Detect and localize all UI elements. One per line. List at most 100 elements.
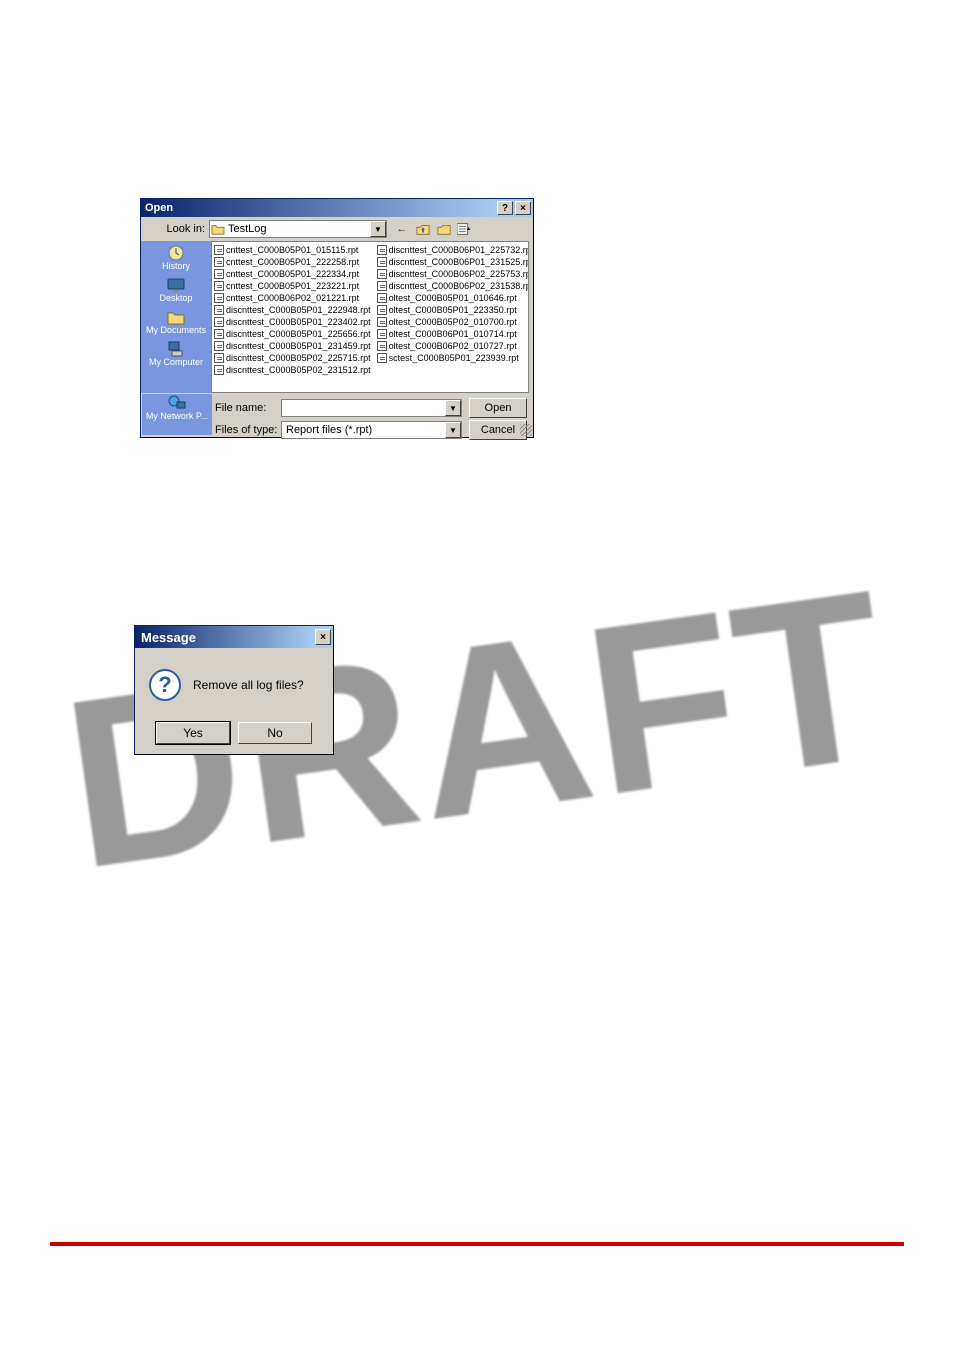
file-item[interactable]: oltest_C000B05P01_010646.rpt — [377, 292, 529, 304]
open-dialog-titlebar[interactable]: Open ? × — [141, 199, 533, 217]
file-item[interactable]: oltest_C000B06P01_010714.rpt — [377, 328, 529, 340]
report-file-icon — [377, 281, 387, 291]
places-mynetwork[interactable]: My Network P... — [142, 394, 212, 425]
file-item[interactable]: cnttest_C000B05P01_222258.rpt — [214, 256, 371, 268]
report-file-icon — [214, 353, 224, 363]
file-item[interactable]: cnttest_C000B05P01_015115.rpt — [214, 244, 371, 256]
message-close-button[interactable]: × — [315, 629, 331, 645]
report-file-icon — [214, 269, 224, 279]
report-file-icon — [377, 353, 387, 363]
places-mycomputer[interactable]: My Computer — [141, 339, 211, 371]
file-item[interactable]: cnttest_C000B05P01_223221.rpt — [214, 280, 371, 292]
mycomputer-icon — [165, 340, 187, 358]
report-file-icon — [214, 365, 224, 375]
desktop-icon — [165, 276, 187, 294]
file-item[interactable]: oltest_C000B05P02_010700.rpt — [377, 316, 529, 328]
report-file-icon — [377, 293, 387, 303]
message-dialog-title: Message — [141, 630, 196, 645]
footer-divider — [50, 1242, 904, 1246]
help-button[interactable]: ? — [497, 201, 513, 215]
report-file-icon — [214, 293, 224, 303]
yes-button[interactable]: Yes — [156, 722, 230, 744]
resize-grip[interactable] — [520, 424, 532, 436]
file-item[interactable]: discnttest_C000B05P01_231459.rpt — [214, 340, 371, 352]
file-item[interactable]: discnttest_C000B06P02_231538.rpt — [377, 280, 529, 292]
places-mycomputer-label: My Computer — [149, 358, 203, 368]
question-icon: ? — [149, 669, 181, 701]
filetype-value: Report files (*.rpt) — [286, 424, 461, 436]
file-name: cnttest_C000B05P01_222334.rpt — [226, 268, 359, 280]
filetype-dropdown[interactable]: ▼ — [445, 422, 461, 438]
lookin-value: TestLog — [226, 223, 370, 235]
places-mydocuments[interactable]: My Documents — [141, 307, 211, 339]
mydocuments-icon — [165, 308, 187, 326]
message-text: Remove all log files? — [193, 678, 304, 692]
file-name: sctest_C000B05P01_223939.rpt — [389, 352, 519, 364]
report-file-icon — [214, 329, 224, 339]
file-item[interactable]: discnttest_C000B05P01_222948.rpt — [214, 304, 371, 316]
file-name: cnttest_C000B05P01_015115.rpt — [226, 244, 358, 256]
report-file-icon — [214, 305, 224, 315]
places-history[interactable]: History — [141, 243, 211, 275]
file-item[interactable]: discnttest_C000B05P02_231512.rpt — [214, 364, 371, 376]
back-button[interactable]: ← — [393, 220, 411, 238]
file-list-pane[interactable]: cnttest_C000B05P01_015115.rptcnttest_C00… — [211, 241, 529, 393]
report-file-icon — [214, 245, 224, 255]
file-item[interactable]: cnttest_C000B06P02_021221.rpt — [214, 292, 371, 304]
report-file-icon — [377, 257, 387, 267]
open-button[interactable]: Open — [469, 398, 527, 418]
file-item[interactable]: sctest_C000B05P01_223939.rpt — [377, 352, 529, 364]
places-bar-ext: My Network P... — [142, 394, 212, 435]
file-item[interactable]: discnttest_C000B06P01_231525.rpt — [377, 256, 529, 268]
message-dialog-titlebar[interactable]: Message × — [135, 626, 333, 648]
cancel-button[interactable]: Cancel — [469, 420, 527, 440]
up-one-level-button[interactable] — [414, 220, 432, 238]
report-file-icon — [377, 305, 387, 315]
file-name: discnttest_C000B06P02_225753.rpt — [389, 268, 529, 280]
report-file-icon — [214, 341, 224, 351]
lookin-combo[interactable]: TestLog ▼ — [209, 220, 387, 238]
places-history-label: History — [162, 262, 190, 272]
file-name: discnttest_C000B05P01_231459.rpt — [226, 340, 371, 352]
file-item[interactable]: discnttest_C000B05P02_225715.rpt — [214, 352, 371, 364]
file-name: cnttest_C000B05P01_222258.rpt — [226, 256, 359, 268]
file-item[interactable]: discnttest_C000B06P02_225753.rpt — [377, 268, 529, 280]
folder-icon — [210, 222, 226, 236]
new-folder-button[interactable] — [435, 220, 453, 238]
report-file-icon — [377, 341, 387, 351]
file-name: oltest_C000B05P01_010646.rpt — [389, 292, 517, 304]
file-item[interactable]: discnttest_C000B05P01_225656.rpt — [214, 328, 371, 340]
open-file-dialog: Open ? × Look in: TestLog ▼ ← — [140, 198, 534, 438]
close-button[interactable]: × — [515, 201, 531, 215]
report-file-icon — [377, 269, 387, 279]
places-desktop[interactable]: Desktop — [141, 275, 211, 307]
lookin-dropdown-button[interactable]: ▼ — [370, 221, 386, 237]
file-name: oltest_C000B05P02_010700.rpt — [389, 316, 517, 328]
no-button[interactable]: No — [238, 722, 312, 744]
file-name: discnttest_C000B05P01_223402.rpt — [226, 316, 371, 328]
file-item[interactable]: cnttest_C000B05P01_222334.rpt — [214, 268, 371, 280]
lookin-label: Look in: — [141, 223, 209, 235]
file-name: discnttest_C000B05P01_222948.rpt — [226, 304, 371, 316]
file-item[interactable]: oltest_C000B06P02_010727.rpt — [377, 340, 529, 352]
report-file-icon — [214, 257, 224, 267]
file-name: discnttest_C000B06P02_231538.rpt — [389, 280, 529, 292]
views-button[interactable] — [456, 220, 474, 238]
file-item[interactable]: discnttest_C000B06P01_225732.rpt — [377, 244, 529, 256]
file-name: cnttest_C000B06P02_021221.rpt — [226, 292, 359, 304]
file-name: discnttest_C000B06P01_231525.rpt — [389, 256, 529, 268]
places-desktop-label: Desktop — [159, 294, 192, 304]
file-name: oltest_C000B06P01_010714.rpt — [389, 328, 517, 340]
report-file-icon — [214, 317, 224, 327]
message-dialog: Message × ? Remove all log files? Yes No — [134, 625, 334, 755]
file-name: discnttest_C000B05P02_225715.rpt — [226, 352, 371, 364]
open-dialog-title: Open — [145, 202, 173, 214]
report-file-icon — [377, 317, 387, 327]
file-item[interactable]: discnttest_C000B05P01_223402.rpt — [214, 316, 371, 328]
filename-input[interactable] — [281, 399, 462, 417]
filename-dropdown[interactable]: ▼ — [445, 400, 461, 416]
filetype-combo[interactable]: Report files (*.rpt) — [281, 421, 462, 439]
file-item[interactable]: oltest_C000B05P01_223350.rpt — [377, 304, 529, 316]
report-file-icon — [214, 281, 224, 291]
places-bar: History Desktop My Documents My Computer — [141, 241, 211, 393]
